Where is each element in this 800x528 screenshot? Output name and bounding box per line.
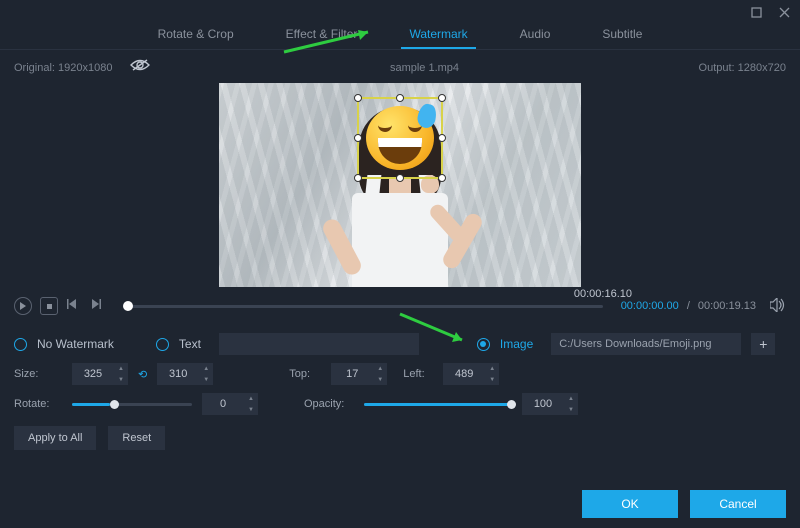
- tab-audio[interactable]: Audio: [520, 27, 551, 47]
- down-arrow-icon[interactable]: ▼: [564, 404, 578, 415]
- rotate-slider[interactable]: [72, 403, 192, 406]
- seek-thumb[interactable]: [123, 301, 133, 311]
- left-label: Left:: [403, 368, 433, 380]
- tab-rotate-crop[interactable]: Rotate & Crop: [158, 27, 234, 47]
- rotate-input[interactable]: [202, 398, 244, 410]
- tab-effect-filter[interactable]: Effect & Filter: [286, 27, 358, 47]
- top-input[interactable]: [331, 368, 373, 380]
- maximize-button[interactable]: [748, 4, 764, 20]
- left-input[interactable]: [443, 368, 485, 380]
- opacity-stepper[interactable]: ▲▼: [522, 393, 578, 415]
- time-sep: /: [687, 300, 690, 312]
- watermark-text-input[interactable]: [219, 333, 419, 355]
- up-arrow-icon[interactable]: ▲: [564, 393, 578, 404]
- rotate-label: Rotate:: [14, 398, 62, 410]
- tab-watermark[interactable]: Watermark: [409, 27, 467, 47]
- time-current: 00:00:00.00: [621, 300, 679, 312]
- rotate-stepper[interactable]: ▲▼: [202, 393, 258, 415]
- radio-no-watermark-label: No Watermark: [37, 337, 114, 351]
- filename-label: sample 1.mp4: [150, 62, 698, 74]
- down-arrow-icon[interactable]: ▼: [373, 374, 387, 385]
- stop-button[interactable]: [40, 297, 58, 315]
- size-height-stepper[interactable]: ▲▼: [157, 363, 213, 385]
- video-preview[interactable]: [219, 83, 581, 287]
- tab-subtitle[interactable]: Subtitle: [602, 27, 642, 47]
- radio-text-label: Text: [179, 337, 201, 351]
- down-arrow-icon[interactable]: ▼: [485, 374, 499, 385]
- seek-hover-time: 00:00:16.10: [574, 288, 632, 300]
- original-resolution-label: Original: 1920x1080: [14, 62, 112, 74]
- compare-toggle-icon[interactable]: [130, 58, 150, 77]
- up-arrow-icon[interactable]: ▲: [244, 393, 258, 404]
- down-arrow-icon[interactable]: ▼: [244, 404, 258, 415]
- radio-image-label: Image: [500, 337, 533, 351]
- size-label: Size:: [14, 368, 62, 380]
- apply-all-button[interactable]: Apply to All: [14, 426, 96, 450]
- lock-aspect-icon[interactable]: ⟲: [138, 368, 147, 381]
- volume-icon[interactable]: [770, 298, 786, 315]
- left-stepper[interactable]: ▲▼: [443, 363, 499, 385]
- size-height-input[interactable]: [157, 368, 199, 380]
- watermark-bounding-box[interactable]: [357, 97, 443, 179]
- next-frame-button[interactable]: [90, 298, 106, 314]
- ok-button[interactable]: OK: [582, 490, 678, 518]
- size-width-input[interactable]: [72, 368, 114, 380]
- reset-button[interactable]: Reset: [108, 426, 165, 450]
- watermark-emoji-image: [362, 102, 438, 174]
- prev-frame-button[interactable]: [66, 298, 82, 314]
- up-arrow-icon[interactable]: ▲: [114, 363, 128, 374]
- rotate-knob[interactable]: [110, 400, 119, 409]
- radio-no-watermark[interactable]: [14, 338, 27, 351]
- output-resolution-label: Output: 1280x720: [699, 62, 786, 74]
- opacity-knob[interactable]: [507, 400, 516, 409]
- down-arrow-icon[interactable]: ▼: [199, 374, 213, 385]
- radio-text[interactable]: [156, 338, 169, 351]
- top-label: Top:: [289, 368, 321, 380]
- size-width-stepper[interactable]: ▲▼: [72, 363, 128, 385]
- opacity-input[interactable]: [522, 398, 564, 410]
- browse-image-button[interactable]: +: [751, 333, 775, 355]
- up-arrow-icon[interactable]: ▲: [373, 363, 387, 374]
- image-path-display: C:/Users Downloads/Emoji.png: [551, 333, 741, 355]
- close-button[interactable]: [776, 4, 792, 20]
- top-stepper[interactable]: ▲▼: [331, 363, 387, 385]
- radio-image[interactable]: [477, 338, 490, 351]
- cancel-button[interactable]: Cancel: [690, 490, 786, 518]
- seek-slider[interactable]: [124, 305, 603, 308]
- time-duration: 00:00:19.13: [698, 300, 756, 312]
- tab-bar: Rotate & Crop Effect & Filter Watermark …: [0, 24, 800, 50]
- play-button[interactable]: [14, 297, 32, 315]
- opacity-slider[interactable]: [364, 403, 512, 406]
- up-arrow-icon[interactable]: ▲: [199, 363, 213, 374]
- down-arrow-icon[interactable]: ▼: [114, 374, 128, 385]
- opacity-label: Opacity:: [304, 398, 354, 410]
- up-arrow-icon[interactable]: ▲: [485, 363, 499, 374]
